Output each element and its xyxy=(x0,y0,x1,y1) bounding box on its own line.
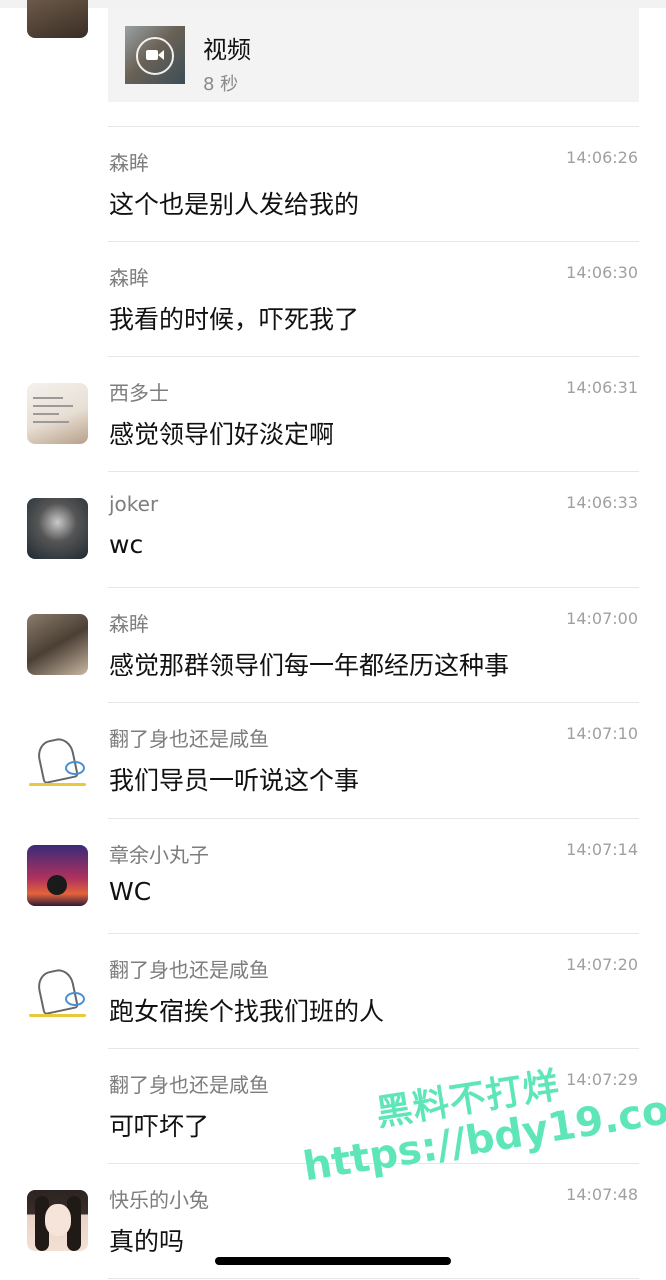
message-time: 14:06:26 xyxy=(566,148,638,167)
message-time: 14:07:14 xyxy=(566,840,638,859)
message-time: 14:07:20 xyxy=(566,955,638,974)
sender-name[interactable]: 翻了身也还是咸鱼 xyxy=(109,954,269,983)
message-row[interactable]: 森眸 14:06:30 我看的时候，吓死我了 xyxy=(0,241,666,356)
joker-avatar[interactable] xyxy=(27,498,88,559)
sender-name[interactable]: 森眸 xyxy=(109,262,149,291)
sender-name[interactable]: 翻了身也还是咸鱼 xyxy=(109,1069,269,1098)
message-row[interactable]: 翻了身也还是咸鱼 14:07:10 我们导员一听说这个事 xyxy=(0,702,666,817)
message-row[interactable]: 森眸 14:06:26 这个也是别人发给我的 xyxy=(0,126,666,241)
message-time: 14:07:29 xyxy=(566,1070,638,1089)
senmou-avatar[interactable] xyxy=(27,614,88,675)
divider xyxy=(108,1048,639,1049)
home-indicator[interactable] xyxy=(215,1257,451,1265)
message-time: 14:07:48 xyxy=(566,1185,638,1204)
message-text: 我看的时候，吓死我了 xyxy=(109,305,360,334)
divider xyxy=(108,818,639,819)
divider xyxy=(108,126,639,127)
divider xyxy=(108,1278,639,1279)
divider xyxy=(108,702,639,703)
message-text: wc xyxy=(109,530,144,559)
message-time: 14:07:10 xyxy=(566,724,638,743)
message-row[interactable]: 西多士 14:06:31 感觉领导们好淡定啊 xyxy=(0,356,666,471)
avatar[interactable] xyxy=(27,0,88,38)
divider xyxy=(108,241,639,242)
message-text: WC xyxy=(109,877,152,906)
divider xyxy=(108,471,639,472)
video-duration: 8 秒 xyxy=(203,74,239,95)
message-time: 14:07:00 xyxy=(566,609,638,628)
video-thumbnail[interactable] xyxy=(125,26,185,84)
message-row[interactable]: 森眸 14:07:00 感觉那群领导们每一年都经历这种事 xyxy=(0,587,666,702)
message-row[interactable]: joker 14:06:33 wc xyxy=(0,471,666,586)
fish-sketch-avatar[interactable] xyxy=(27,729,88,790)
sender-name[interactable]: 森眸 xyxy=(109,147,149,176)
sender-name[interactable]: 翻了身也还是咸鱼 xyxy=(109,723,269,752)
sender-name[interactable]: 快乐的小兔 xyxy=(109,1184,209,1213)
message-row[interactable]: 章余小丸子 14:07:14 WC xyxy=(0,818,666,933)
sunset-avatar[interactable] xyxy=(27,845,88,906)
divider xyxy=(108,587,639,588)
top-border xyxy=(0,0,666,8)
sender-name[interactable]: joker xyxy=(109,492,158,516)
video-title: 视频 xyxy=(203,36,251,64)
sender-name[interactable]: 西多士 xyxy=(109,377,169,406)
message-text: 我们导员一听说这个事 xyxy=(109,766,360,795)
note-photo-avatar[interactable] xyxy=(27,383,88,444)
message-text: 可吓坏了 xyxy=(109,1112,210,1141)
message-time: 14:06:33 xyxy=(566,493,638,512)
message-text: 这个也是别人发给我的 xyxy=(109,190,360,219)
message-text: 感觉领导们好淡定啊 xyxy=(109,420,335,449)
sender-name[interactable]: 章余小丸子 xyxy=(109,839,209,868)
fish-sketch-avatar[interactable] xyxy=(27,960,88,1021)
girl-avatar[interactable] xyxy=(27,1190,88,1251)
message-text: 感觉那群领导们每一年都经历这种事 xyxy=(109,651,510,680)
message-time: 14:06:30 xyxy=(566,263,638,282)
divider xyxy=(108,933,639,934)
video-message-card[interactable]: 视频 8 秒 xyxy=(108,8,639,102)
sender-name[interactable]: 森眸 xyxy=(109,608,149,637)
message-row[interactable]: 翻了身也还是咸鱼 14:07:20 跑女宿挨个找我们班的人 xyxy=(0,933,666,1048)
divider xyxy=(108,356,639,357)
message-text: 真的吗 xyxy=(109,1227,185,1256)
message-time: 14:06:31 xyxy=(566,378,638,397)
message-text: 跑女宿挨个找我们班的人 xyxy=(109,997,385,1026)
